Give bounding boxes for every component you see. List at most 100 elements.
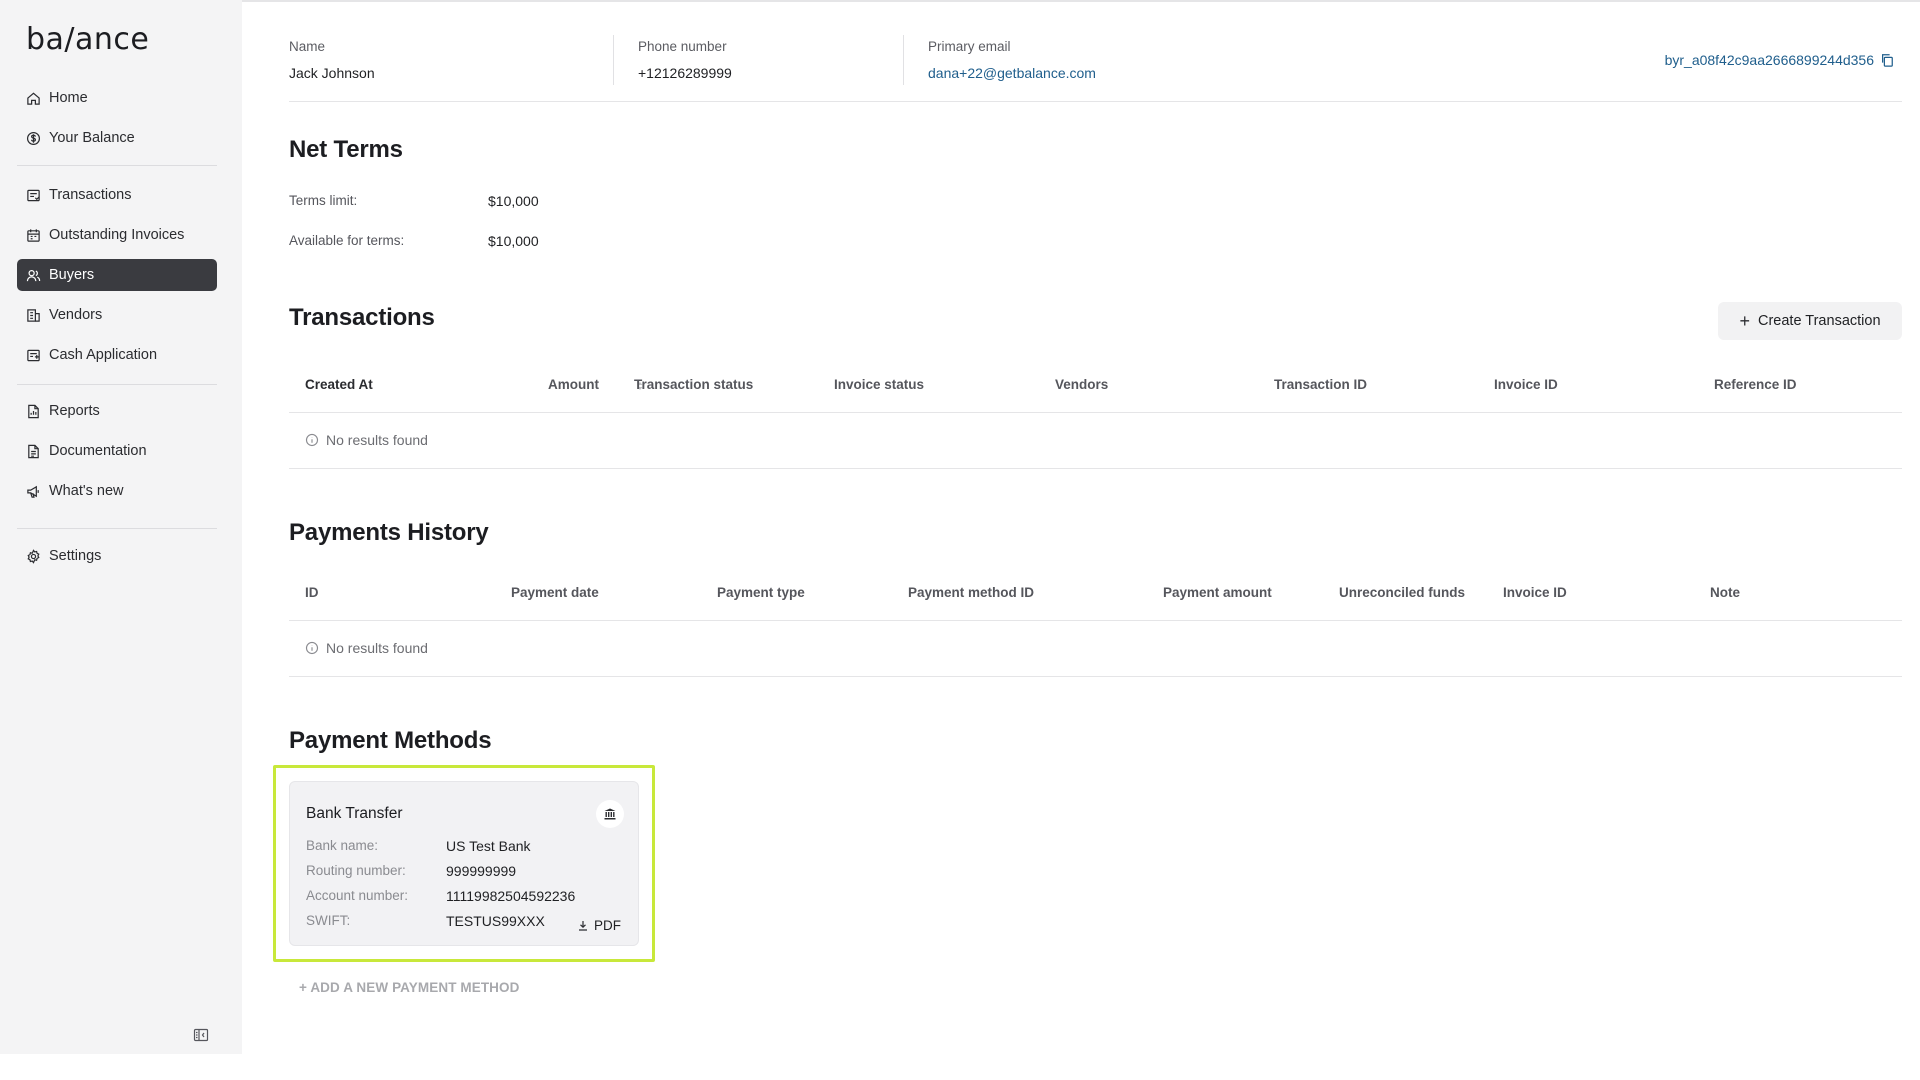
name-label: Name [289, 39, 326, 54]
phone-label: Phone number [638, 39, 727, 54]
info-icon [305, 433, 319, 447]
copy-icon[interactable] [1880, 53, 1894, 67]
transactions-empty-state: No results found [305, 432, 428, 448]
column-header-invoice-id[interactable]: Invoice ID [1494, 377, 1558, 392]
table-bottom-divider [289, 468, 1902, 469]
sidebar-item-your-balance[interactable]: Your Balance [17, 122, 217, 154]
sidebar-item-label: Cash Application [49, 347, 158, 363]
column-header-payment-method-id[interactable]: Payment method ID [908, 585, 1034, 600]
sidebar-item-whats-new[interactable]: What's new [17, 475, 217, 507]
terms-limit-value: $10,000 [488, 193, 539, 209]
sidebar-item-label: Documentation [49, 443, 147, 459]
cash-application-icon [27, 349, 40, 361]
sidebar-item-documentation[interactable]: Documentation [17, 435, 217, 467]
column-header-reference-id[interactable]: Reference ID [1714, 377, 1797, 392]
info-separator [903, 35, 904, 85]
sidebar-divider [17, 165, 217, 166]
sidebar-item-buyers[interactable]: Buyers [17, 259, 217, 291]
account-number-label: Account number: [306, 888, 409, 903]
buyer-id[interactable]: byr_a08f42c9aa2666899244d356 [1665, 52, 1894, 68]
calendar-icon [27, 228, 40, 242]
dollar-circle-icon [26, 131, 41, 145]
column-header-transaction-id[interactable]: Transaction ID [1274, 377, 1367, 392]
sidebar-divider [17, 384, 217, 385]
sidebar-item-label: Buyers [49, 267, 95, 283]
payment-methods-title: Payment Methods [289, 727, 492, 754]
column-header-payment-amount[interactable]: Payment amount [1163, 585, 1272, 600]
column-header-transaction-status[interactable]: Transaction status [634, 377, 753, 392]
terms-limit-label: Terms limit: [289, 193, 358, 208]
empty-text: No results found [326, 640, 428, 656]
sidebar-divider [17, 528, 217, 529]
home-icon [27, 92, 40, 105]
column-header-id[interactable]: ID [305, 585, 319, 600]
sidebar-item-vendors[interactable]: Vendors [17, 299, 217, 331]
available-terms-value: $10,000 [488, 233, 539, 249]
column-header-payment-date[interactable]: Payment date [511, 585, 599, 600]
megaphone-icon [27, 485, 39, 498]
info-separator [613, 35, 614, 85]
column-header-invoice-status[interactable]: Invoice status [834, 377, 924, 392]
download-icon [579, 921, 587, 931]
app-logo[interactable]: ba/ance [26, 22, 149, 57]
plus-icon: + [1739, 310, 1750, 331]
header-divider [289, 101, 1902, 102]
column-header-invoice-id[interactable]: Invoice ID [1503, 585, 1567, 600]
swift-value: TESTUS99XXX [446, 913, 545, 929]
sidebar-item-transactions[interactable]: Transactions [17, 179, 217, 211]
card-title: Bank Transfer [306, 805, 403, 822]
sidebar-item-cash-application[interactable]: Cash Application [17, 339, 217, 371]
buyer-email-link[interactable]: dana+22@getbalance.com [928, 65, 1096, 81]
table-header-divider [289, 412, 1902, 413]
column-header-vendors[interactable]: Vendors [1055, 377, 1108, 392]
create-transaction-button[interactable]: + Create Transaction [1718, 302, 1902, 340]
sidebar-item-outstanding-invoices[interactable]: Outstanding Invoices [17, 219, 217, 251]
buyer-name: Jack Johnson [289, 65, 375, 81]
account-number-value: 11119982504592236 [446, 888, 576, 904]
bank-name-label: Bank name: [306, 838, 379, 853]
sidebar-item-label: Reports [49, 403, 100, 419]
sidebar-item-label: Outstanding Invoices [49, 227, 185, 243]
buyer-phone: +12126289999 [638, 65, 732, 81]
transactions-title: Transactions [289, 304, 435, 331]
payment-method-card[interactable]: Bank Transfer Bank name: US Test Bank Ro… [289, 781, 639, 946]
column-header-amount[interactable]: Amount [548, 377, 599, 392]
users-icon [26, 269, 41, 281]
routing-number-value: 999999999 [446, 863, 517, 879]
sidebar-item-label: Your Balance [49, 130, 135, 146]
collapse-sidebar-icon[interactable] [193, 1027, 209, 1043]
add-payment-method-link[interactable]: + ADD A NEW PAYMENT METHOD [299, 980, 520, 995]
document-icon [28, 444, 39, 458]
sidebar-item-settings[interactable]: Settings [17, 540, 217, 572]
table-bottom-divider [289, 676, 1902, 677]
empty-text: No results found [326, 432, 428, 448]
sidebar-item-home[interactable]: Home [17, 82, 217, 114]
gear-icon [27, 548, 40, 564]
email-label: Primary email [928, 39, 1011, 54]
column-header-payment-type[interactable]: Payment type [717, 585, 805, 600]
info-icon [305, 641, 319, 655]
report-icon [28, 404, 39, 418]
bank-icon [604, 808, 616, 820]
column-header-note[interactable]: Note [1710, 585, 1740, 600]
routing-number-label: Routing number: [306, 863, 406, 878]
sidebar-item-label: Home [49, 90, 88, 106]
pdf-label: PDF [594, 918, 621, 933]
building-icon [27, 308, 40, 322]
sidebar-item-label: Vendors [49, 307, 103, 323]
sidebar-item-reports[interactable]: Reports [17, 395, 217, 427]
main-content: Name Jack Johnson Phone number +12126289… [242, 0, 1920, 1080]
swift-label: SWIFT: [306, 913, 351, 928]
payments-history-title: Payments History [289, 519, 489, 546]
buyer-id-text: byr_a08f42c9aa2666899244d356 [1664, 52, 1874, 68]
available-terms-label: Available for terms: [289, 233, 405, 248]
sidebar-item-label: Settings [49, 548, 102, 564]
bank-icon-button[interactable] [596, 800, 624, 828]
table-header-divider [289, 620, 1902, 621]
bank-name-value: US Test Bank [446, 838, 531, 854]
column-header-unreconciled-funds[interactable]: Unreconciled funds [1339, 585, 1465, 600]
download-pdf-button[interactable]: PDF [578, 918, 621, 933]
top-border [242, 0, 1920, 2]
payments-empty-state: No results found [305, 640, 428, 656]
column-header-created-at[interactable]: Created At [305, 377, 373, 392]
